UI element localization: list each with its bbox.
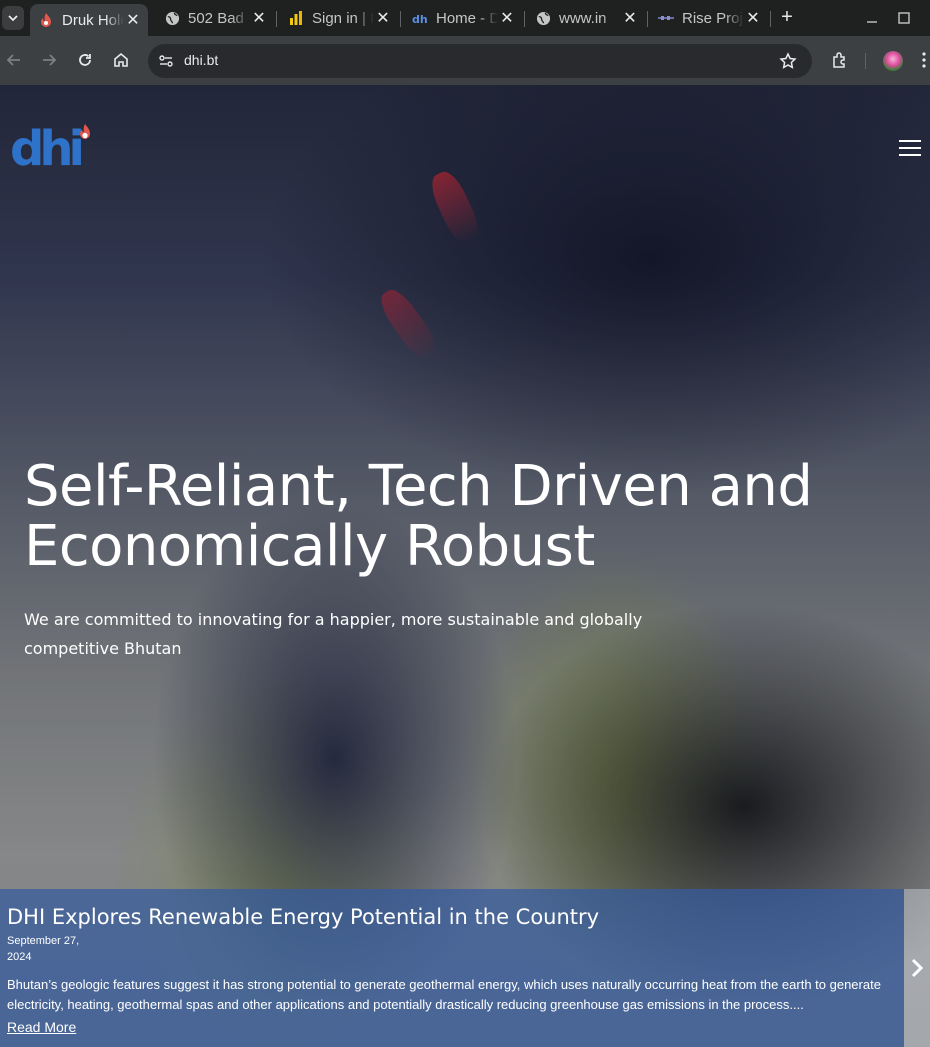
hero-subline: We are committed to innovating for a hap… [24, 610, 643, 658]
reload-icon [79, 54, 91, 66]
tab-title: 502 Bad Gateway [188, 9, 250, 27]
news-title[interactable]: DHI Explores Renewable Energy Potential … [7, 903, 897, 931]
extensions-button[interactable] [828, 48, 852, 72]
tab-separator [276, 11, 277, 27]
bookmark-star-icon[interactable] [778, 51, 798, 71]
close-icon[interactable]: ✕ [498, 9, 516, 27]
tab-title: Rise Projects [682, 9, 744, 27]
reload-button[interactable] [73, 48, 97, 72]
webpage: dhi Self-Reliant, Tech Driven and Econom… [0, 85, 930, 1047]
home-button[interactable] [109, 48, 133, 72]
read-more-link[interactable]: Read More [7, 1019, 76, 1035]
rise-icon [658, 10, 674, 26]
hero-headline: Self-Reliant, Tech Driven and Economical… [24, 454, 813, 579]
tab-home-dhi[interactable]: dhi Home - DHI ✕ [404, 4, 522, 32]
tab-502-bad-gateway[interactable]: 502 Bad Gateway ✕ [156, 4, 274, 32]
news-card: DHI Explores Renewable Energy Potential … [0, 889, 904, 1047]
close-icon[interactable]: ✕ [250, 9, 268, 27]
close-icon[interactable]: ✕ [621, 9, 639, 27]
globe-icon [535, 10, 551, 26]
tab-separator [647, 11, 648, 27]
tab-title: Sign in | Power BI [312, 9, 374, 27]
tab-www[interactable]: www.in ✕ [527, 4, 645, 32]
puzzle-icon [833, 52, 845, 68]
hamburger-menu-icon[interactable] [899, 140, 921, 158]
address-bar[interactable]: dhi.bt [148, 44, 812, 78]
carousel-next-button[interactable] [904, 889, 930, 1047]
new-tab-button[interactable]: + [777, 7, 797, 27]
tab-search-button[interactable] [2, 6, 24, 30]
site-logo[interactable]: dhi [10, 121, 94, 177]
dhi-flame-icon [38, 12, 54, 28]
chevron-right-icon [911, 958, 924, 978]
close-icon[interactable]: ✕ [374, 9, 392, 27]
forward-button[interactable] [37, 48, 61, 72]
arrow-right-icon [43, 54, 57, 66]
globe-icon [164, 10, 180, 26]
news-date: September 27, 2024 [7, 935, 80, 963]
tab-title: www.in [559, 9, 607, 27]
powerbi-icon [288, 10, 304, 26]
flame-icon [80, 124, 90, 139]
tab-title: Home - DHI [436, 9, 498, 27]
url-text[interactable]: dhi.bt [184, 52, 218, 68]
browser-toolbar: dhi.bt [0, 36, 930, 85]
more-vertical-icon [922, 52, 926, 68]
home-icon [114, 52, 128, 67]
menu-button[interactable] [918, 48, 930, 72]
close-icon[interactable]: ✕ [124, 11, 142, 29]
tab-separator [770, 11, 771, 27]
tab-rise-projects[interactable]: Rise Projects ✕ [650, 4, 768, 32]
close-icon[interactable]: ✕ [744, 9, 762, 27]
arrow-left-icon [6, 54, 20, 66]
tab-title: Druk Holding [62, 11, 124, 29]
toolbar-separator [865, 53, 866, 69]
profile-avatar[interactable] [883, 51, 903, 71]
svg-text:dhi: dhi [412, 13, 428, 25]
chevron-down-icon [8, 15, 18, 22]
tab-separator [524, 11, 525, 27]
dhi-logo-icon: dhi [412, 10, 428, 26]
tab-power-bi[interactable]: Sign in | Power BI ✕ [280, 4, 398, 32]
news-excerpt: Bhutan’s geologic features suggest it ha… [7, 977, 881, 1012]
tab-druk-holding[interactable]: Druk Holding ✕ [30, 4, 148, 36]
tab-strip: Druk Holding ✕ 502 Bad Gateway ✕ Sign in… [0, 0, 930, 36]
logo-wordmark: dhi [10, 121, 85, 177]
tab-separator [400, 11, 401, 27]
site-info-icon[interactable] [156, 51, 176, 71]
maximize-icon[interactable] [894, 8, 914, 28]
back-button[interactable] [2, 48, 26, 72]
minimize-icon[interactable] [862, 8, 882, 28]
